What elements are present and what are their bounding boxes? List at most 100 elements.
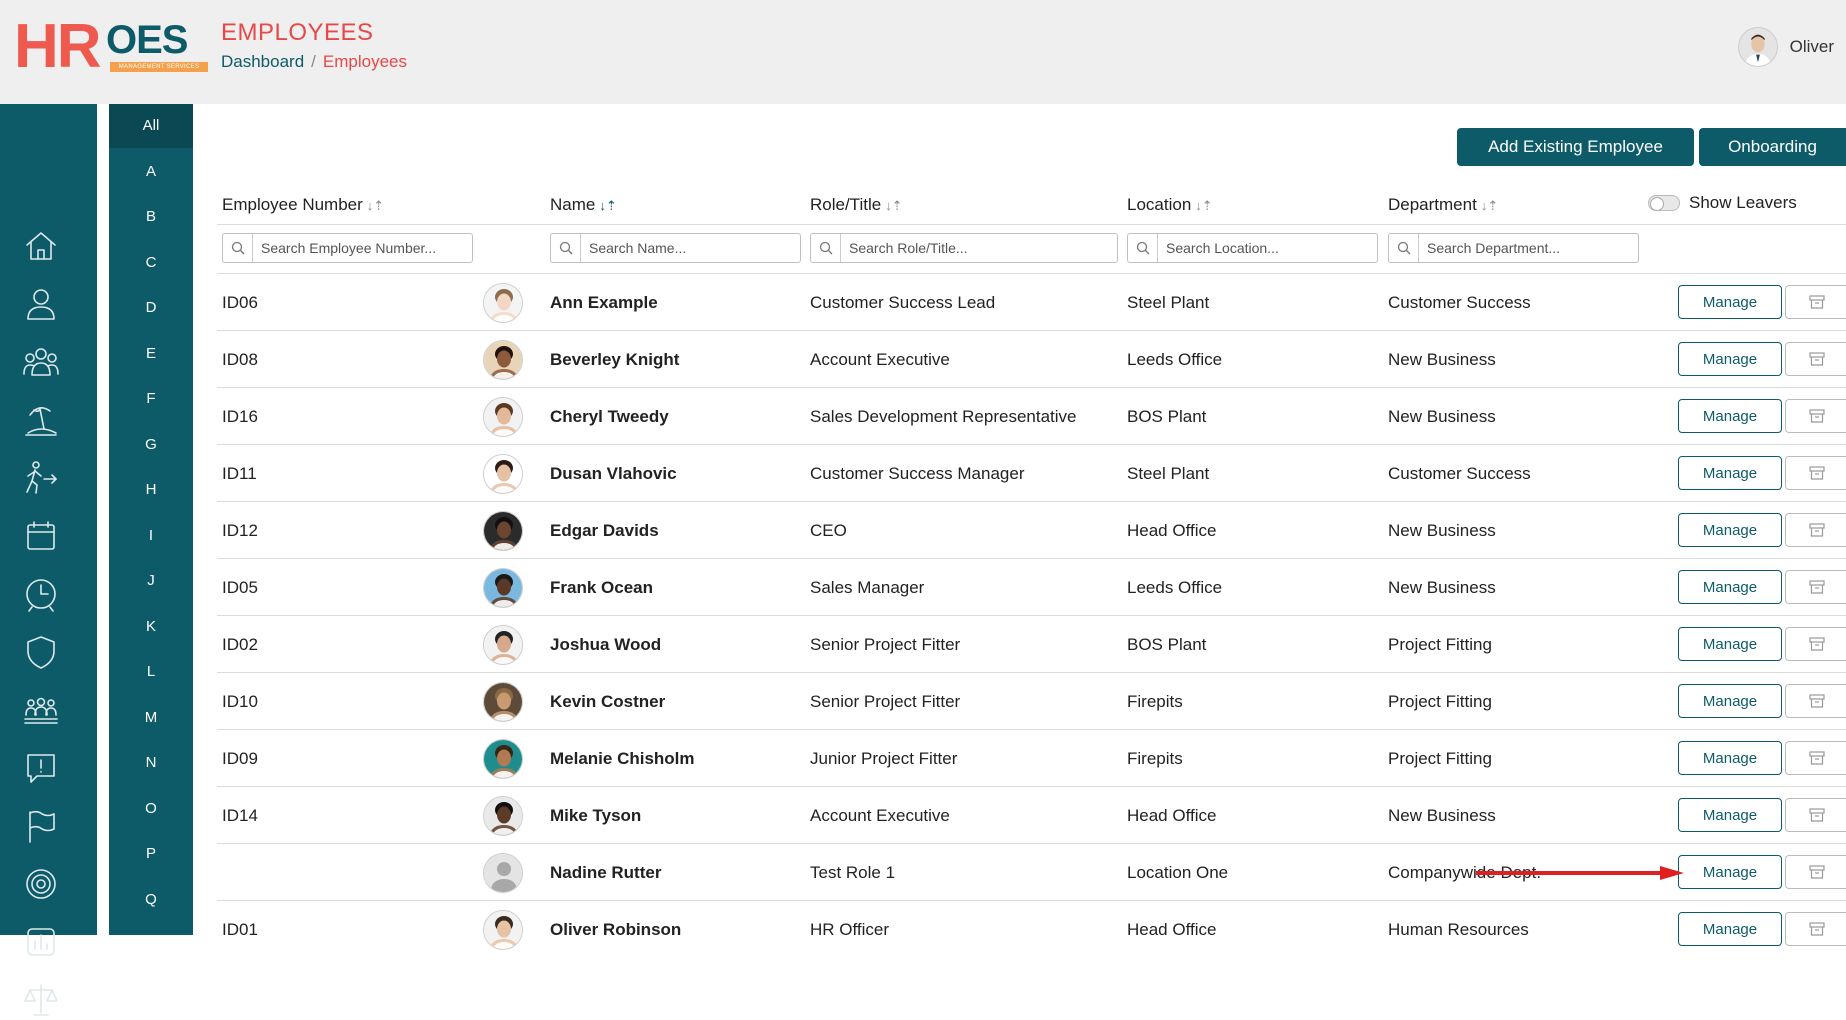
manage-button[interactable]: Manage xyxy=(1678,627,1782,661)
user-menu[interactable]: Oliver xyxy=(1737,27,1834,67)
employee-number: ID12 xyxy=(222,521,258,540)
leaver-icon[interactable] xyxy=(20,458,62,498)
manage-button[interactable]: Manage xyxy=(1678,570,1782,604)
user-icon[interactable] xyxy=(20,284,62,324)
holiday-icon[interactable] xyxy=(20,400,62,440)
manage-button[interactable]: Manage xyxy=(1678,684,1782,718)
archive-button[interactable] xyxy=(1785,285,1846,319)
column-header-role[interactable]: Role/Title ↓⇡ xyxy=(810,195,903,215)
onboarding-button[interactable]: Onboarding xyxy=(1699,128,1846,166)
alpha-filter-all[interactable]: All xyxy=(109,104,193,148)
employee-name[interactable]: Oliver Robinson xyxy=(550,901,681,958)
column-header-location[interactable]: Location ↓⇡ xyxy=(1127,195,1213,215)
archive-button[interactable] xyxy=(1785,399,1846,433)
target-icon[interactable] xyxy=(20,864,62,904)
alpha-filter-k[interactable]: K xyxy=(109,605,193,649)
home-icon[interactable] xyxy=(20,226,62,266)
archive-button[interactable] xyxy=(1785,456,1846,490)
manage-button[interactable]: Manage xyxy=(1678,399,1782,433)
employee-number: ID11 xyxy=(222,464,257,483)
manage-button[interactable]: Manage xyxy=(1678,513,1782,547)
column-header-employee-number[interactable]: Employee Number ↓⇡ xyxy=(222,195,384,215)
sort-active-icon[interactable]: ↓⇡ xyxy=(599,198,616,213)
manage-button[interactable]: Manage xyxy=(1678,456,1782,490)
employee-name[interactable]: Ann Example xyxy=(550,274,658,331)
manage-button[interactable]: Manage xyxy=(1678,855,1782,889)
clock-icon[interactable] xyxy=(20,574,62,614)
breadcrumb-dashboard[interactable]: Dashboard xyxy=(221,52,304,71)
alert-icon[interactable] xyxy=(20,748,62,788)
archive-button[interactable] xyxy=(1785,741,1846,775)
user-avatar[interactable] xyxy=(1737,27,1778,67)
team-icon[interactable] xyxy=(20,690,62,730)
alpha-filter-d[interactable]: D xyxy=(109,286,193,330)
sort-icon[interactable]: ↓⇡ xyxy=(885,198,902,213)
alpha-filter-h[interactable]: H xyxy=(109,468,193,512)
alpha-filter-q[interactable]: Q xyxy=(109,878,193,922)
alpha-filter-c[interactable]: C xyxy=(109,241,193,285)
manage-button[interactable]: Manage xyxy=(1678,912,1782,946)
employee-name[interactable]: Nadine Rutter xyxy=(550,844,661,901)
archive-button[interactable] xyxy=(1785,342,1846,376)
column-header-department[interactable]: Department ↓⇡ xyxy=(1388,195,1498,215)
search-employee-number xyxy=(222,233,473,263)
employee-name[interactable]: Mike Tyson xyxy=(550,787,641,844)
alpha-filter-n[interactable]: N xyxy=(109,741,193,785)
employee-location: Firepits xyxy=(1127,749,1183,768)
search-location-input[interactable] xyxy=(1158,240,1358,256)
employee-name[interactable]: Dusan Vlahovic xyxy=(550,445,677,502)
search-role-input[interactable] xyxy=(841,240,1041,256)
employee-avatar xyxy=(483,568,523,608)
employee-name[interactable]: Edgar Davids xyxy=(550,502,659,559)
sort-icon[interactable]: ↓⇡ xyxy=(1195,198,1212,213)
manage-button[interactable]: Manage xyxy=(1678,741,1782,775)
employee-role: Junior Project Fitter xyxy=(810,749,958,768)
archive-button[interactable] xyxy=(1785,798,1846,832)
scales-icon[interactable] xyxy=(20,980,62,1020)
archive-button[interactable] xyxy=(1785,627,1846,661)
flag-icon[interactable] xyxy=(20,806,62,846)
archive-button[interactable] xyxy=(1785,570,1846,604)
users-icon[interactable] xyxy=(20,342,62,382)
search-name-input[interactable] xyxy=(581,240,781,256)
alpha-filter-i[interactable]: I xyxy=(109,514,193,558)
search-department-input[interactable] xyxy=(1419,240,1619,256)
manage-button[interactable]: Manage xyxy=(1678,798,1782,832)
employee-name[interactable]: Joshua Wood xyxy=(550,616,661,673)
archive-button[interactable] xyxy=(1785,513,1846,547)
shield-icon[interactable] xyxy=(20,632,62,672)
employee-name[interactable]: Kevin Costner xyxy=(550,673,665,730)
alpha-filter-o[interactable]: O xyxy=(109,787,193,831)
sort-icon[interactable]: ↓⇡ xyxy=(1481,198,1498,213)
sort-icon[interactable]: ↓⇡ xyxy=(367,198,384,213)
alpha-filter-g[interactable]: G xyxy=(109,423,193,467)
manage-button[interactable]: Manage xyxy=(1678,285,1782,319)
alpha-filter-f[interactable]: F xyxy=(109,377,193,421)
calendar-icon[interactable] xyxy=(20,516,62,556)
employee-avatar xyxy=(483,340,523,380)
employee-name[interactable]: Frank Ocean xyxy=(550,559,653,616)
employee-name[interactable]: Cheryl Tweedy xyxy=(550,388,669,445)
employee-name[interactable]: Melanie Chisholm xyxy=(550,730,695,787)
user-name[interactable]: Oliver xyxy=(1790,37,1834,57)
alpha-filter-l[interactable]: L xyxy=(109,650,193,694)
show-leavers-toggle[interactable] xyxy=(1648,195,1680,211)
column-header-label: Location xyxy=(1127,195,1192,214)
archive-button[interactable] xyxy=(1785,855,1846,889)
archive-button[interactable] xyxy=(1785,912,1846,946)
employee-department: Project Fitting xyxy=(1388,749,1492,768)
alpha-filter-e[interactable]: E xyxy=(109,332,193,376)
archive-button[interactable] xyxy=(1785,684,1846,718)
alpha-filter-a[interactable]: A xyxy=(109,150,193,194)
employee-name[interactable]: Beverley Knight xyxy=(550,331,679,388)
add-existing-employee-button[interactable]: Add Existing Employee xyxy=(1457,128,1694,166)
manage-button[interactable]: Manage xyxy=(1678,342,1782,376)
search-employee-number-input[interactable] xyxy=(253,240,453,256)
company-logo[interactable]: HR OES MANAGEMENT SERVICES xyxy=(14,16,208,78)
alpha-filter-p[interactable]: P xyxy=(109,832,193,876)
column-header-name[interactable]: Name ↓⇡ xyxy=(550,195,617,215)
alpha-filter-b[interactable]: B xyxy=(109,195,193,239)
report-icon[interactable] xyxy=(20,922,62,962)
alpha-filter-m[interactable]: M xyxy=(109,696,193,740)
alpha-filter-j[interactable]: J xyxy=(109,559,193,603)
